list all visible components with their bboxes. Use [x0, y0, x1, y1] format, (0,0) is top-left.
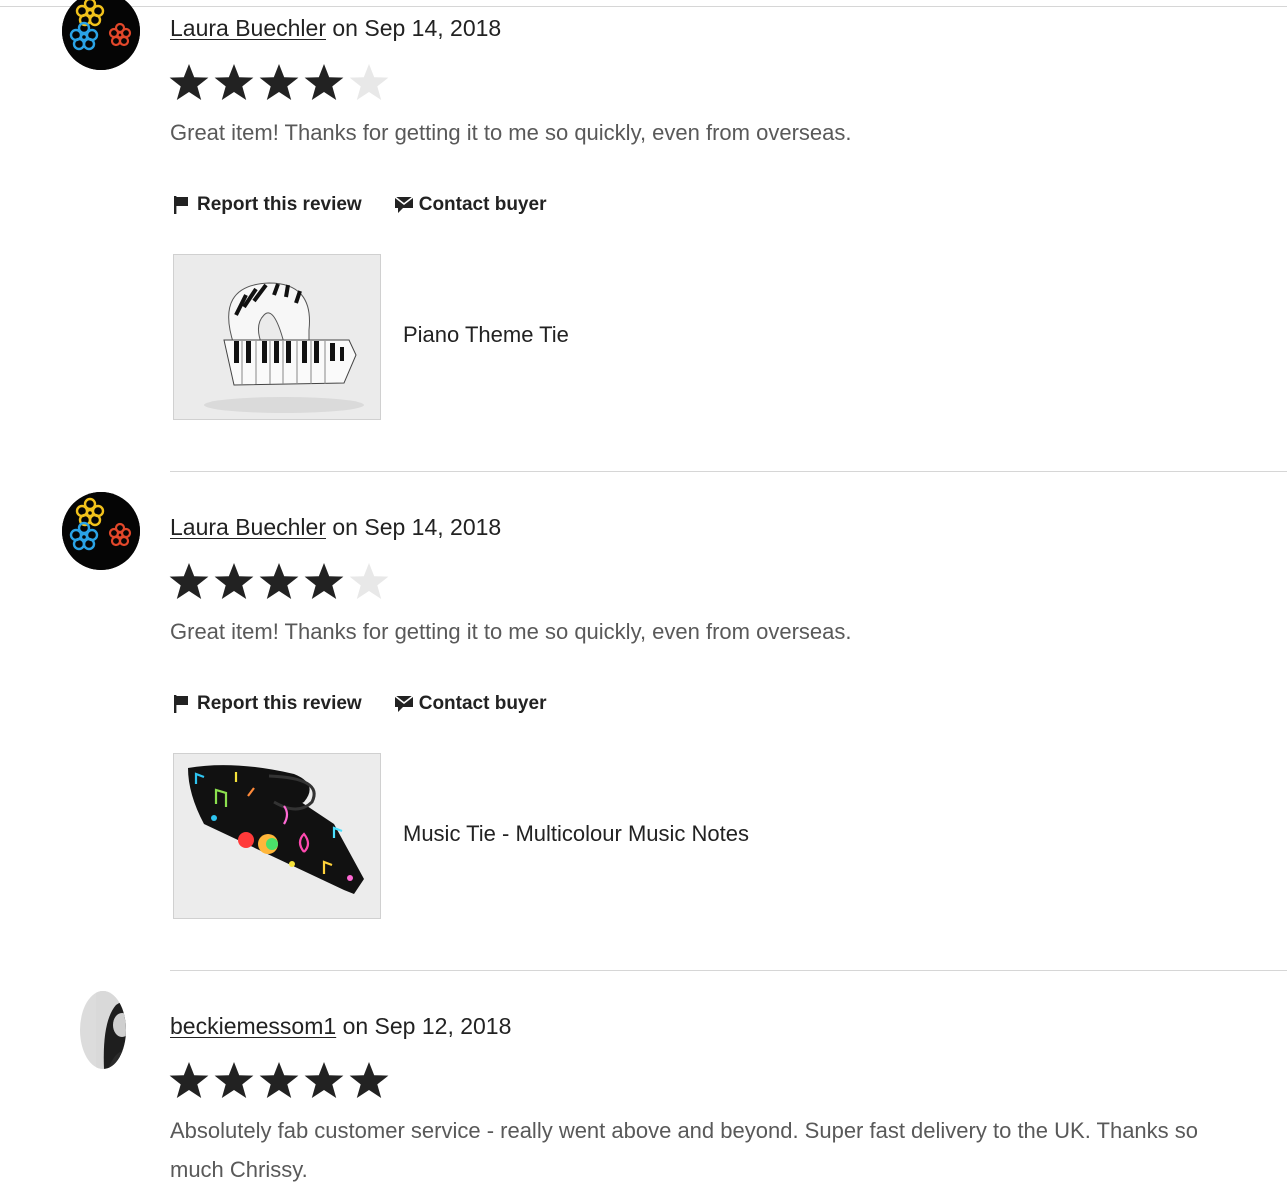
music-notes-tie-image[interactable] — [173, 753, 381, 919]
review-divider — [170, 471, 1287, 472]
review-meta: Laura Buechler on Sep 14, 2018 — [170, 13, 501, 43]
review-divider — [170, 970, 1287, 971]
review-text: Great item! Thanks for getting it to me … — [170, 619, 852, 644]
reviewer-name-link[interactable]: Laura Buechler — [170, 15, 326, 41]
star-rating — [168, 62, 393, 106]
piano-tie-image[interactable] — [173, 254, 381, 420]
star-filled-icon — [213, 62, 258, 106]
contact-buyer-button[interactable]: Contact buyer — [394, 693, 547, 715]
star-filled-icon — [258, 561, 303, 605]
reviewer-name-link[interactable]: beckiemessom1 — [170, 1013, 336, 1039]
star-filled-icon — [213, 561, 258, 605]
star-filled-icon — [168, 62, 213, 106]
star-filled-icon — [258, 62, 303, 106]
review-text: Great item! Thanks for getting it to me … — [170, 120, 852, 145]
review-actions: Report this review Contact buyer — [172, 191, 578, 219]
star-filled-icon — [168, 561, 213, 605]
star-filled-icon — [213, 1060, 258, 1104]
star-rating — [168, 1060, 393, 1104]
reviewer-avatar[interactable] — [62, 0, 140, 70]
contact-buyer-label: Contact buyer — [418, 194, 547, 215]
star-filled-icon — [258, 1060, 303, 1104]
report-review-label: Report this review — [197, 194, 362, 215]
review-meta: Laura Buechler on Sep 14, 2018 — [170, 512, 501, 542]
review-date: on Sep 12, 2018 — [336, 1013, 512, 1039]
star-empty-icon — [348, 62, 393, 106]
review-actions: Report this review Contact buyer — [172, 690, 578, 718]
contact-buyer-label: Contact buyer — [418, 693, 547, 714]
star-filled-icon — [303, 561, 348, 605]
star-filled-icon — [303, 62, 348, 106]
review-meta: beckiemessom1 on Sep 12, 2018 — [170, 1011, 511, 1041]
report-review-button[interactable]: Report this review — [172, 693, 362, 715]
report-review-button[interactable]: Report this review — [172, 194, 362, 216]
star-rating — [168, 561, 393, 605]
reviewer-avatar[interactable] — [62, 492, 140, 570]
report-review-label: Report this review — [197, 693, 362, 714]
message-icon — [394, 195, 414, 215]
product-title-link[interactable]: Music Tie - Multicolour Music Notes — [403, 819, 749, 849]
review-date: on Sep 14, 2018 — [326, 514, 502, 540]
star-filled-icon — [348, 1060, 393, 1104]
star-filled-icon — [303, 1060, 348, 1104]
message-icon — [394, 694, 414, 714]
star-filled-icon — [168, 1060, 213, 1104]
star-empty-icon — [348, 561, 393, 605]
review-text: Absolutely fab customer service - really… — [170, 1118, 1199, 1182]
product-title-link[interactable]: Piano Theme Tie — [403, 320, 569, 350]
flag-icon — [172, 694, 192, 714]
reviewer-avatar[interactable] — [80, 991, 126, 1069]
reviewer-name-link[interactable]: Laura Buechler — [170, 514, 326, 540]
top-divider — [0, 6, 1287, 7]
review-date: on Sep 14, 2018 — [326, 15, 502, 41]
contact-buyer-button[interactable]: Contact buyer — [394, 194, 547, 216]
flag-icon — [172, 195, 192, 215]
